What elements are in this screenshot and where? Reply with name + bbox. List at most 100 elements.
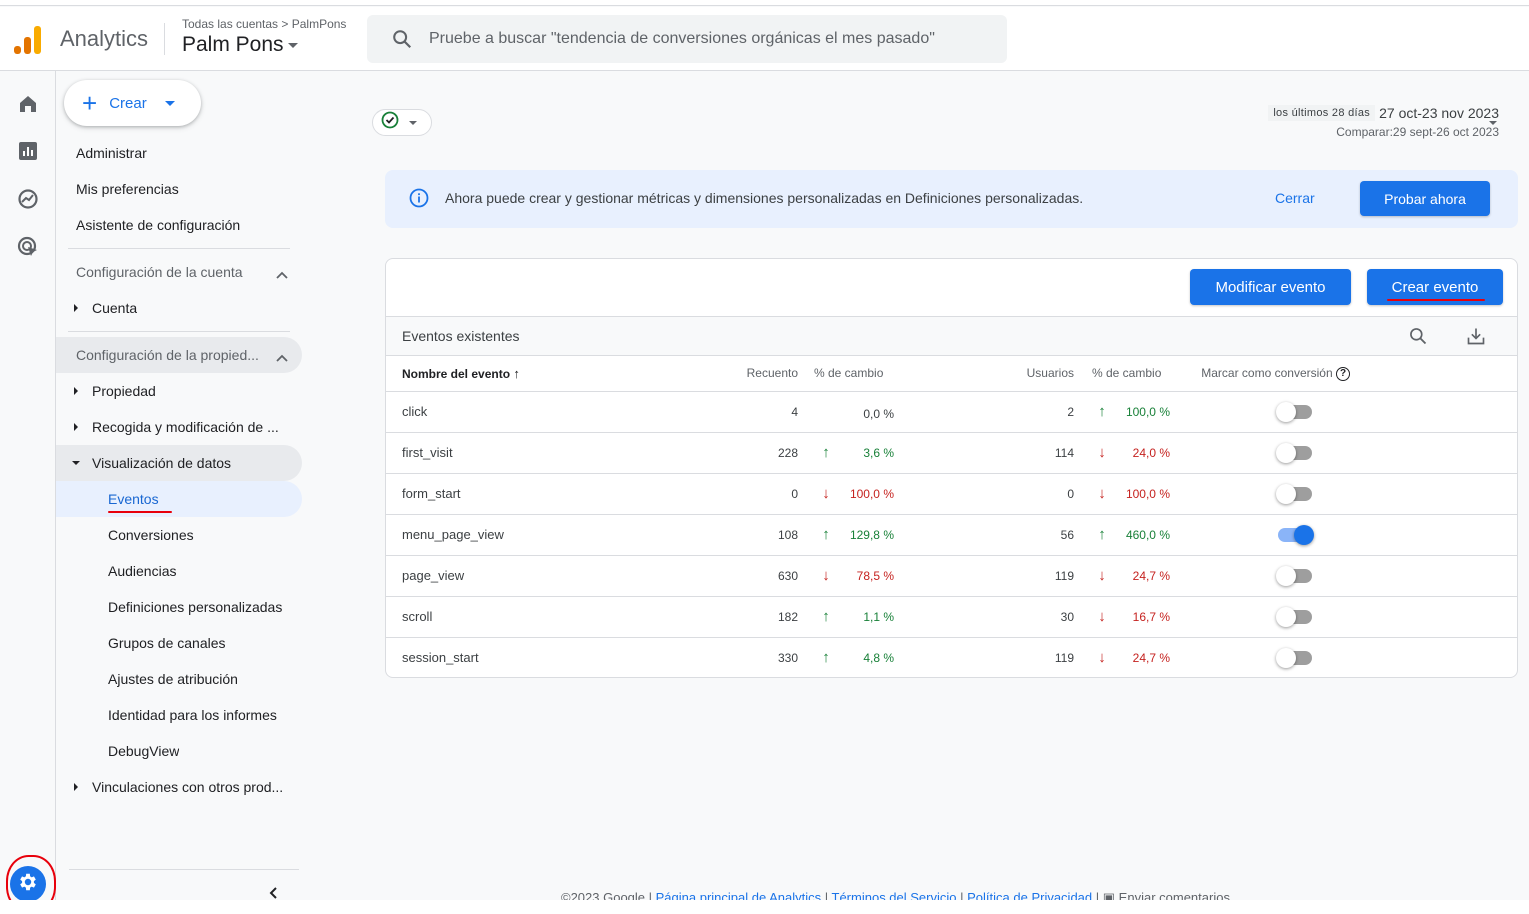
close-banner-button[interactable]: Cerrar <box>1275 190 1315 206</box>
search-bar[interactable] <box>367 15 1007 63</box>
arrow-up-icon: ↑ <box>822 608 830 625</box>
conversion-toggle[interactable] <box>1276 401 1312 422</box>
nav-item-audiencias[interactable]: Audiencias <box>56 553 302 589</box>
nav-item-cuenta[interactable]: Cuenta <box>56 290 302 326</box>
caret-down-icon[interactable] <box>1489 121 1497 125</box>
nav-item-visualizacion[interactable]: Visualización de datos <box>56 445 302 481</box>
table-row[interactable]: click 4 0,0 % 2 ↑ 100,0 % <box>386 391 1517 433</box>
info-icon <box>409 188 429 213</box>
event-name[interactable]: menu_page_view <box>386 514 716 556</box>
footer-link-home[interactable]: Página principal de Analytics <box>656 890 822 900</box>
event-count: 630 <box>716 555 798 597</box>
admin-settings-button[interactable] <box>10 866 46 902</box>
users-change: ↓ 100,0 % <box>1092 485 1170 502</box>
count-change: ↑ 4,8 % <box>816 649 894 666</box>
column-header-users-change[interactable]: % de cambio <box>1074 356 1174 392</box>
arrow-up-icon: ↑ <box>1098 526 1106 543</box>
nav-item-conversiones[interactable]: Conversiones <box>56 517 302 553</box>
conversion-toggle[interactable] <box>1276 442 1312 463</box>
event-name[interactable]: scroll <box>386 596 716 638</box>
event-count: 228 <box>716 432 798 474</box>
search-input[interactable] <box>429 15 989 63</box>
analytics-logo[interactable] <box>14 24 44 54</box>
arrow-down-icon: ↓ <box>1098 608 1106 625</box>
section-property-settings[interactable]: Configuración de la propied... <box>56 337 302 373</box>
table-row[interactable]: first_visit 228 ↑ 3,6 % 114 ↓ 24,0 % <box>386 432 1517 474</box>
table-row[interactable]: session_start 330 ↑ 4,8 % 119 ↓ 24,7 % <box>386 637 1517 677</box>
table-row[interactable]: form_start 0 ↓ 100,0 % 0 ↓ 100,0 % <box>386 473 1517 515</box>
nav-item-recogida[interactable]: Recogida y modificación de ... <box>56 409 302 445</box>
users-change: ↓ 24,0 % <box>1092 444 1170 461</box>
conversion-toggle[interactable] <box>1276 483 1312 504</box>
event-name[interactable]: session_start <box>386 637 716 677</box>
nav-item-definiciones[interactable]: Definiciones personalizadas <box>56 589 302 625</box>
column-header-users[interactable]: Usuarios <box>894 356 1074 392</box>
info-banner: Ahora puede crear y gestionar métricas y… <box>385 170 1518 228</box>
breadcrumb[interactable]: Todas las cuentas > PalmPons <box>182 17 346 31</box>
column-header-conversion: Marcar como conversión ? <box>1174 356 1350 392</box>
advertising-icon[interactable] <box>16 235 40 259</box>
event-name[interactable]: form_start <box>386 473 716 515</box>
column-header-count[interactable]: Recuento <box>716 356 798 392</box>
compare-range: Comparar:29 sept-26 oct 2023 <box>1336 125 1499 139</box>
table-row[interactable]: page_view 630 ↓ 78,5 % 119 ↓ 24,7 % <box>386 555 1517 597</box>
footer: ©2023 Google | Página principal de Analy… <box>561 890 1230 900</box>
nav-item-grupos-canales[interactable]: Grupos de canales <box>56 625 302 661</box>
reports-icon[interactable] <box>16 139 40 163</box>
arrow-up-icon: ↑ <box>1098 403 1106 420</box>
event-count: 108 <box>716 514 798 556</box>
create-event-button[interactable]: Crear evento <box>1367 269 1503 305</box>
chevron-up-icon <box>276 266 288 282</box>
search-icon[interactable] <box>1408 326 1428 351</box>
table-row[interactable]: scroll 182 ↑ 1,1 % 30 ↓ 16,7 % <box>386 596 1517 638</box>
nav-item-atribucion[interactable]: Ajustes de atribución <box>56 661 302 697</box>
download-icon[interactable] <box>1466 326 1486 351</box>
app-name: Analytics <box>60 26 149 51</box>
top-header: Analytics Todas las cuentas > PalmPons P… <box>0 7 1529 71</box>
event-count: 4 <box>716 391 798 433</box>
help-icon[interactable]: ? <box>1336 366 1350 381</box>
banner-message: Ahora puede crear y gestionar métricas y… <box>445 190 1084 206</box>
column-header-count-change[interactable]: % de cambio <box>798 356 894 392</box>
caret-down-icon <box>287 42 298 48</box>
nav-item-preferencias[interactable]: Mis preferencias <box>56 171 302 207</box>
nav-item-identidad[interactable]: Identidad para los informes <box>56 697 302 733</box>
conversion-toggle[interactable] <box>1278 524 1314 545</box>
conversion-toggle[interactable] <box>1276 606 1312 627</box>
conversion-toggle[interactable] <box>1276 565 1312 586</box>
section-account-settings[interactable]: Configuración de la cuenta <box>56 254 302 290</box>
nav-item-vinculaciones[interactable]: Vinculaciones con otros prod... <box>56 769 302 805</box>
table-row[interactable]: menu_page_view 108 ↑ 129,8 % 56 ↑ 460,0 % <box>386 514 1517 556</box>
footer-link-privacy[interactable]: Política de Privacidad <box>967 890 1092 900</box>
arrow-up-icon: ↑ <box>822 444 830 461</box>
home-icon[interactable] <box>16 92 40 116</box>
event-name[interactable]: click <box>386 391 716 433</box>
column-header-name[interactable]: Nombre del evento ↑ <box>386 356 716 392</box>
nav-item-eventos[interactable]: Eventos <box>56 481 302 517</box>
arrow-down-icon: ↓ <box>1098 444 1106 461</box>
footer-link-terms[interactable]: Términos del Servicio <box>832 890 957 900</box>
event-name[interactable]: first_visit <box>386 432 716 474</box>
explore-icon[interactable] <box>16 187 40 211</box>
table-toolbar: Eventos existentes <box>386 316 1517 356</box>
expand-arrow-icon <box>56 423 92 431</box>
nav-item-administrar[interactable]: Administrar <box>56 135 302 171</box>
data-status-dropdown[interactable] <box>372 109 432 136</box>
try-now-button[interactable]: Probar ahora <box>1360 181 1490 216</box>
users-change: ↓ 24,7 % <box>1092 649 1170 666</box>
event-users: 30 <box>894 596 1074 638</box>
search-icon <box>391 28 413 55</box>
count-change: ↑ 1,1 % <box>816 608 894 625</box>
create-button[interactable]: + Crear <box>64 80 201 126</box>
event-name[interactable]: page_view <box>386 555 716 597</box>
date-range-picker[interactable]: los últimos 28 días 27 oct-23 nov 2023 Co… <box>1268 104 1499 139</box>
send-feedback-link[interactable]: Enviar comentarios <box>1119 890 1230 900</box>
nav-item-asistente[interactable]: Asistente de configuración <box>56 207 302 243</box>
modify-event-button[interactable]: Modificar evento <box>1190 269 1351 305</box>
conversion-toggle[interactable] <box>1276 648 1312 669</box>
events-card: Modificar evento Crear evento Eventos ex… <box>385 258 1518 678</box>
arrow-down-icon: ↓ <box>822 567 830 584</box>
nav-item-propiedad[interactable]: Propiedad <box>56 373 302 409</box>
nav-item-debugview[interactable]: DebugView <box>56 733 302 769</box>
property-selector[interactable]: Palm Pons <box>182 33 298 57</box>
